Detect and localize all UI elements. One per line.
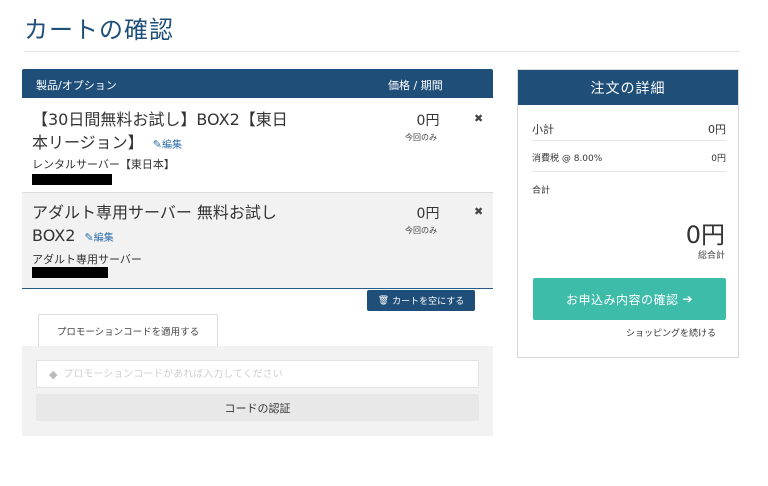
subtotal-value: 0円 — [708, 123, 726, 136]
arrow-right-icon: ➔ — [682, 292, 694, 306]
redacted-text — [32, 174, 112, 185]
tab-promo-code[interactable]: プロモーションコードを適用する — [38, 314, 218, 347]
title-divider — [24, 51, 740, 52]
divider — [532, 140, 726, 141]
total-label: 合計 — [532, 186, 551, 196]
total-value: 0円 — [685, 221, 725, 249]
cart-item-subtitle: レンタルサーバー【東日本】 — [32, 158, 175, 171]
promo-code-field[interactable]: ◆ — [36, 360, 479, 388]
continue-shopping-link[interactable]: ショッピングを続ける — [626, 326, 716, 339]
cart-table-header: 製品/オプション 価格 / 期間 — [22, 69, 493, 98]
tax-row: 消費税 @ 8.00% 0円 — [532, 151, 726, 164]
order-summary: 注文の詳細 小計 0円 消費税 @ 8.00% 0円 合計 0円 総合計 お申込… — [517, 69, 739, 358]
cart-item: アダルト専用サーバー 無料お試しBOX2 ✎編集 アダルト専用サーバー 0円 今… — [22, 193, 493, 289]
page-title: カートの確認 — [24, 16, 174, 44]
order-summary-title: 注文の詳細 — [518, 70, 738, 105]
promo-panel: ◆ コードの認証 — [22, 346, 493, 436]
edit-label: 編集 — [93, 233, 114, 244]
checkout-button[interactable]: お申込み内容の確認 ➔ — [533, 278, 726, 320]
cart-item-subtitle: アダルト専用サーバー — [32, 253, 142, 266]
verify-code-button[interactable]: コードの認証 — [36, 394, 479, 421]
cart-item-title: 【30日間無料お試し】BOX2【東日本リージョン】 ✎編集 — [32, 108, 292, 157]
subtotal-row: 小計 0円 — [532, 121, 726, 137]
cart-table: 製品/オプション 価格 / 期間 【30日間無料お試し】BOX2【東日本リージョ… — [22, 69, 493, 289]
pencil-icon: ✎ — [84, 231, 94, 244]
cart-item-price: 0円 — [416, 113, 440, 129]
empty-cart-label: カートを空にする — [392, 297, 465, 307]
column-header-price: 価格 / 期間 — [388, 79, 443, 92]
checkout-label: お申込み内容の確認 — [565, 292, 679, 307]
cart-item-name: アダルト専用サーバー 無料お試しBOX2 — [32, 203, 277, 245]
edit-link[interactable]: ✎編集 — [84, 231, 114, 244]
cart-item-price-note: 今回のみ — [405, 226, 437, 235]
divider — [532, 171, 726, 172]
tax-label: 消費税 @ 8.00% — [532, 154, 603, 164]
redacted-text — [32, 267, 108, 278]
cart-item-price: 0円 — [416, 206, 440, 222]
remove-item-close-icon[interactable]: ✖ — [474, 112, 483, 125]
trash-icon: 🗑 — [377, 295, 390, 306]
cart-item-title: アダルト専用サーバー 無料お試しBOX2 ✎編集 — [32, 201, 292, 250]
promo-code-input[interactable] — [63, 368, 464, 380]
tag-icon: ◆ — [49, 367, 58, 381]
total-note: 総合計 — [697, 251, 725, 261]
edit-label: 編集 — [162, 140, 182, 151]
tax-value: 0円 — [711, 154, 726, 164]
column-header-product: 製品/オプション — [36, 79, 117, 92]
cart-item: 【30日間無料お試し】BOX2【東日本リージョン】 ✎編集 レンタルサーバー【東… — [22, 98, 493, 193]
subtotal-label: 小計 — [532, 123, 554, 136]
pencil-icon: ✎ — [152, 138, 162, 151]
edit-link[interactable]: ✎編集 — [152, 138, 182, 151]
remove-item-close-icon[interactable]: ✖ — [474, 205, 483, 218]
cart-item-price-note: 今回のみ — [405, 133, 437, 142]
empty-cart-button[interactable]: 🗑 カートを空にする — [367, 290, 475, 311]
